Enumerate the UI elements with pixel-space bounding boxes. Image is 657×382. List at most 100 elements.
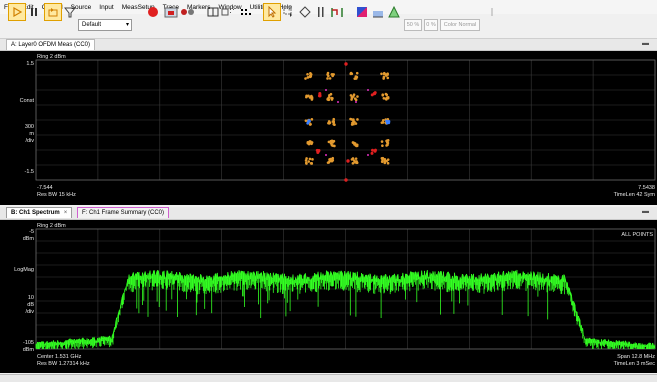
panel-a-header: A: Layer0 OFDM Meas (CC0) ▬ <box>0 39 657 51</box>
constellation-point <box>333 123 336 126</box>
panel-b-header: B: Ch1 Spectrum × F: Ch1 Frame Summary (… <box>0 207 657 220</box>
play-button[interactable] <box>8 3 26 21</box>
pause-button[interactable] <box>26 3 42 21</box>
grid-icon <box>221 4 237 20</box>
zoom-percent-field[interactable]: 50 % <box>404 19 422 31</box>
reference-point <box>346 159 349 162</box>
ref-level-label: Ring 2 dBm <box>37 54 66 60</box>
res-bw-label: Res BW 15 kHz <box>37 192 76 198</box>
constellation-point <box>382 77 385 80</box>
zoom-box-button[interactable] <box>281 3 297 21</box>
constellation-point <box>330 142 333 145</box>
y-bottom-label: -1.5 <box>0 169 34 175</box>
constellation-point <box>307 76 310 79</box>
constellation-point <box>307 94 310 97</box>
zoom-box-icon <box>281 4 297 20</box>
res-bw-label: Res BW 1.27314 kHz <box>37 361 90 367</box>
constellation-point <box>353 77 356 80</box>
constellation-point <box>380 72 383 75</box>
color-map-icon <box>354 4 370 20</box>
constellation-point <box>349 118 352 121</box>
layout-button[interactable] <box>205 3 221 21</box>
persistence-button[interactable] <box>370 3 386 21</box>
record-button[interactable] <box>145 3 161 21</box>
recall-icon <box>163 4 179 20</box>
constellation-point <box>356 95 359 98</box>
pointer-button[interactable] <box>263 3 281 21</box>
constellation-point <box>309 75 312 78</box>
scatter-button[interactable] <box>238 3 254 21</box>
y-mid-label: LogMag <box>0 267 34 273</box>
stop-record-icon <box>180 4 196 20</box>
marker-button[interactable] <box>297 3 313 21</box>
zero-percent-field[interactable]: 0 % <box>424 19 438 31</box>
constellation-point <box>351 73 354 76</box>
constellation-canvas <box>0 51 657 205</box>
timelen-label: TimeLen 42 Sym <box>614 192 655 198</box>
constellation-point <box>356 118 359 121</box>
preset-button[interactable] <box>62 3 78 21</box>
tab-ch1-spectrum[interactable]: B: Ch1 Spectrum × <box>6 207 72 218</box>
constellation-point <box>355 157 358 160</box>
tab-frame-summary[interactable]: F: Ch1 Frame Summary (CC0) <box>77 207 169 218</box>
minimize-icon[interactable]: ▬ <box>642 208 649 215</box>
restart-button[interactable] <box>44 3 62 21</box>
marker-point <box>355 101 357 103</box>
bars-icon <box>313 4 329 20</box>
triangle-button[interactable] <box>386 3 402 21</box>
scatter-icon <box>238 4 254 20</box>
tab-ofdm-meas[interactable]: A: Layer0 OFDM Meas (CC0) <box>6 39 95 50</box>
constellation-point <box>309 158 312 161</box>
reference-point <box>371 152 374 155</box>
constellation-point <box>351 158 354 161</box>
stop-record-button[interactable] <box>180 3 196 21</box>
constellation-point <box>386 77 389 80</box>
toolbar-overflow-button[interactable] <box>484 3 500 21</box>
constellation-point <box>305 162 308 165</box>
constellation-point <box>356 145 359 148</box>
divider-icon <box>484 4 500 20</box>
constellation-point <box>328 158 331 161</box>
color-map-button[interactable] <box>354 3 370 21</box>
constellation-point <box>331 157 334 160</box>
peak-button[interactable] <box>329 3 345 21</box>
spectrum-trace <box>225 275 226 276</box>
constellation-point <box>350 94 353 97</box>
constellation-point <box>332 73 335 76</box>
marker-point <box>367 154 369 156</box>
constellation-point <box>382 119 385 122</box>
constellation-point <box>383 72 386 75</box>
spectrum-trace <box>126 283 127 286</box>
triangle-icon <box>386 4 402 20</box>
constellation-point <box>353 93 356 96</box>
y-div-unit: m <box>0 131 34 137</box>
y-div-per: /div <box>0 138 34 144</box>
marker-point <box>325 154 327 156</box>
reference-point <box>374 150 377 153</box>
pause-trace-button[interactable] <box>313 3 329 21</box>
constellation-point <box>381 144 384 147</box>
reference-point <box>316 151 319 154</box>
spectrum-trace <box>407 274 408 275</box>
preset-dropdown[interactable]: Default ▾ <box>78 19 132 31</box>
constellation-plot[interactable]: Ring 2 dBm 1.5 Const 300 m /div -1.5 -7.… <box>0 51 657 205</box>
constellation-point <box>329 121 332 124</box>
constellation-point <box>306 73 309 76</box>
constellation-point <box>351 96 354 99</box>
constellation-point <box>352 123 355 126</box>
close-icon[interactable]: × <box>64 210 68 216</box>
minimize-icon[interactable]: ▬ <box>642 40 649 47</box>
constellation-point <box>327 98 330 101</box>
trace-layout-button[interactable] <box>221 3 237 21</box>
constellation-point <box>311 96 314 99</box>
spectrum-canvas <box>0 220 657 373</box>
menu-input[interactable]: Input <box>95 4 117 11</box>
pause-icon <box>26 4 42 20</box>
spectrum-plot[interactable]: Ring 2 dBm -5 dBm LogMag 10 dB /div -105… <box>0 220 657 373</box>
constellation-point <box>353 159 356 162</box>
color-mode-field[interactable]: Color Normal <box>440 19 480 31</box>
recall-button[interactable] <box>163 3 179 21</box>
constellation-point <box>305 157 308 160</box>
y-bottom-label: -105 <box>0 340 34 346</box>
constellation-point <box>311 118 314 121</box>
